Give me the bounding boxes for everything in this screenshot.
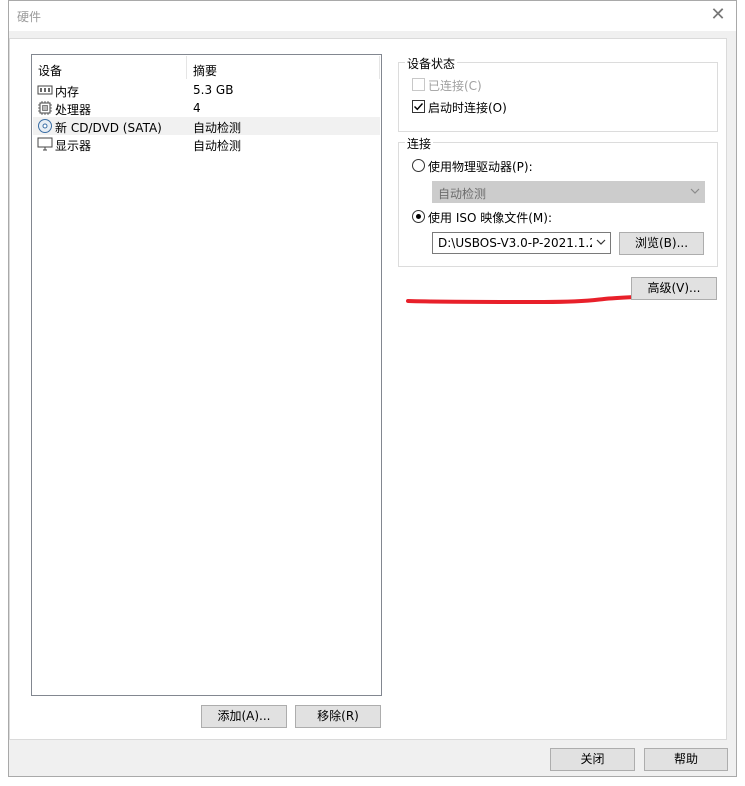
cd-dvd-icon (38, 119, 52, 133)
column-divider[interactable] (379, 56, 380, 79)
hardware-dialog: 硬件 ✕ 设备 摘要 内存 5.3 GB 处理器 4 新 CD/DVD (SAT… (8, 0, 737, 777)
connection-group: 连接 使用物理驱动器(P): 自动检测 使用 ISO 映像文件(M): D:\U… (398, 135, 718, 267)
advanced-button[interactable]: 高级(V)... (631, 277, 717, 300)
chevron-down-icon (690, 188, 700, 194)
connected-label: 已连接(C) (428, 79, 482, 93)
device-summary: 自动检测 (193, 121, 242, 135)
list-header: 设备 摘要 (32, 55, 381, 79)
add-button[interactable]: 添加(A)... (201, 705, 287, 728)
device-name: 处理器 (55, 103, 92, 117)
physical-drive-dropdown[interactable]: 自动检测 (432, 181, 705, 203)
checkmark-icon (414, 103, 424, 111)
close-icon[interactable]: ✕ (708, 5, 728, 25)
column-divider[interactable] (186, 56, 187, 79)
iso-image-label: 使用 ISO 映像文件(M): (428, 211, 552, 225)
device-name: 内存 (55, 85, 80, 99)
remove-button[interactable]: 移除(R) (295, 705, 381, 728)
hardware-panel: 设备 摘要 内存 5.3 GB 处理器 4 新 CD/DVD (SATA) 自动… (9, 38, 727, 740)
device-summary: 自动检测 (193, 139, 242, 153)
title-bar: 硬件 ✕ (9, 1, 736, 31)
device-row-cd-dvd[interactable]: 新 CD/DVD (SATA) 自动检测 (33, 117, 380, 135)
memory-icon (37, 85, 53, 95)
device-status-title: 设备状态 (405, 55, 458, 72)
device-status-group: 设备状态 已连接(C) 启动时连接(O) (398, 55, 718, 132)
help-button[interactable]: 帮助 (644, 748, 728, 771)
iso-image-radio[interactable] (412, 210, 425, 223)
device-row-processor[interactable]: 处理器 4 (33, 99, 380, 117)
column-header-summary[interactable]: 摘要 (193, 62, 217, 79)
connect-at-power-on-label: 启动时连接(O) (428, 101, 507, 115)
device-row-memory[interactable]: 内存 5.3 GB (33, 81, 380, 99)
iso-path-combobox[interactable]: D:\USBOS-V3.0-P-2021.1.2\ (432, 232, 611, 254)
device-list[interactable]: 设备 摘要 内存 5.3 GB 处理器 4 新 CD/DVD (SATA) 自动… (31, 54, 382, 696)
connected-checkbox[interactable] (412, 78, 425, 91)
device-name: 显示器 (55, 139, 92, 153)
column-header-device[interactable]: 设备 (38, 62, 62, 79)
physical-drive-radio[interactable] (412, 159, 425, 172)
window-title: 硬件 (17, 10, 42, 24)
processor-icon (38, 101, 52, 115)
browse-button[interactable]: 浏览(B)... (619, 232, 704, 255)
device-row-display[interactable]: 显示器 自动检测 (33, 135, 380, 153)
close-button[interactable]: 关闭 (550, 748, 635, 771)
physical-drive-label: 使用物理驱动器(P): (428, 160, 533, 174)
device-summary: 4 (193, 101, 201, 115)
device-name: 新 CD/DVD (SATA) (55, 121, 162, 135)
device-summary: 5.3 GB (193, 83, 234, 97)
iso-path-value[interactable]: D:\USBOS-V3.0-P-2021.1.2\ (438, 236, 592, 250)
connect-at-power-on-checkbox[interactable] (412, 100, 425, 113)
chevron-down-icon[interactable] (596, 237, 606, 247)
connection-title: 连接 (405, 135, 434, 152)
physical-drive-value: 自动检测 (438, 187, 487, 201)
display-icon (37, 137, 53, 151)
